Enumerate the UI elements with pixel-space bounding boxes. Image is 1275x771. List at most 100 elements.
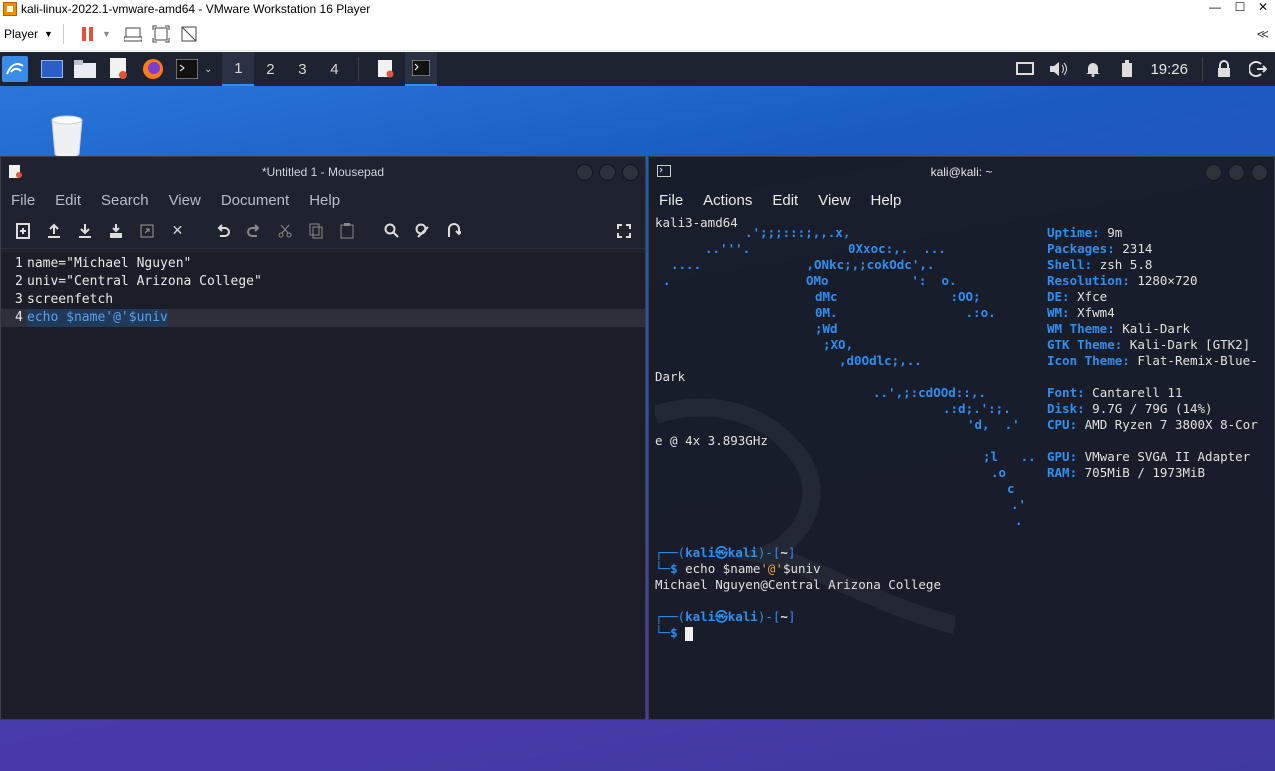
mousepad-titlebar[interactable]: *Untitled 1 - Mousepad [1, 157, 645, 187]
battery-icon[interactable] [1115, 57, 1139, 81]
firefox-icon[interactable] [141, 57, 165, 81]
volume-icon[interactable] [1047, 57, 1071, 81]
menu-view[interactable]: View [169, 192, 201, 209]
editor-line: 2 univ="Central Arizona College" [1, 273, 645, 291]
menu-edit[interactable]: Edit [772, 192, 798, 209]
clock[interactable]: 19:26 [1150, 61, 1188, 78]
ascii-art-line: .' [1011, 497, 1027, 512]
pause-icon[interactable] [79, 25, 97, 43]
terminal-output[interactable]: kali3-amd64 .';;;:::;,,.x, ..'''. 0Xxoc:… [655, 215, 1274, 719]
close-document-icon[interactable]: ✕ [162, 217, 193, 245]
save-icon[interactable] [69, 217, 100, 245]
ascii-art-line: ..'''. 0Xxoc:,. ... [705, 241, 946, 256]
chevron-down-icon[interactable]: ⌄ [204, 64, 212, 75]
command-line-active[interactable]: └─$ [655, 625, 694, 641]
new-document-icon[interactable] [7, 217, 38, 245]
minimize-icon[interactable]: — [1205, 0, 1225, 14]
mousepad-app-icon [9, 165, 23, 179]
editor-area[interactable]: 1 name="Michael Nguyen" 2 univ="Central Ar… [1, 253, 645, 719]
text-editor-icon[interactable] [107, 57, 131, 81]
xfce-panel: ⌄ 1 2 3 4 19:26 [0, 52, 1275, 86]
fullscreen-icon[interactable] [608, 217, 639, 245]
wrapped-text: Dark [655, 369, 686, 384]
reload-icon[interactable] [131, 217, 162, 245]
panel-tray: 19:26 [1008, 52, 1275, 86]
player-menu[interactable]: Player ▼ [4, 27, 53, 41]
logout-icon[interactable] [1246, 57, 1270, 81]
chevron-down-icon[interactable]: ▼ [102, 29, 111, 39]
vm-window-title: kali-linux-2022.1-vmware-amd64 - VMware … [21, 1, 371, 16]
close-button[interactable] [622, 164, 639, 181]
find-replace-icon[interactable] [407, 217, 438, 245]
menu-edit[interactable]: Edit [55, 192, 81, 209]
text-cursor [685, 626, 694, 641]
show-desktop-icon[interactable] [41, 60, 63, 78]
command-output: Michael Nguyen@Central Arizona College [655, 577, 941, 592]
maximize-button[interactable] [599, 164, 616, 181]
unity-icon[interactable] [180, 25, 198, 43]
ascii-art-line: . [1015, 513, 1023, 528]
maximize-icon[interactable]: ☐ [1230, 0, 1250, 14]
ascii-art-line: ..',;:cdOOd::,. [873, 385, 986, 400]
kali-menu-icon[interactable] [2, 56, 28, 82]
terminal-app-icon [657, 165, 671, 179]
open-icon[interactable] [38, 217, 69, 245]
terminal-launcher-icon[interactable] [175, 57, 199, 81]
divider [62, 23, 64, 44]
player-menu-label: Player [4, 26, 39, 41]
terminal-titlebar[interactable]: kali@kali: ~ [649, 157, 1274, 187]
cut-icon[interactable] [269, 217, 300, 245]
ascii-art-line: ;XO, [823, 337, 854, 352]
ascii-art-line: .o [991, 465, 1007, 480]
menu-document[interactable]: Document [221, 192, 289, 209]
paste-icon[interactable] [331, 217, 362, 245]
line-text: screenfetch [27, 292, 114, 307]
taskbar-mousepad-icon[interactable] [372, 53, 400, 85]
menu-actions[interactable]: Actions [703, 192, 752, 209]
chevron-down-icon: ▼ [44, 28, 53, 39]
menu-view[interactable]: View [818, 192, 850, 209]
trash-icon[interactable] [48, 114, 86, 158]
menu-file[interactable]: File [659, 192, 683, 209]
file-manager-icon[interactable] [73, 57, 97, 81]
taskbar-terminal-icon[interactable] [405, 52, 438, 86]
menu-help[interactable]: Help [309, 192, 340, 209]
lock-icon[interactable] [1212, 57, 1236, 81]
ascii-art-line: 'd, .' [967, 417, 1020, 432]
send-ctrl-alt-del-icon[interactable] [123, 25, 142, 43]
menu-search[interactable]: Search [101, 192, 149, 209]
line-text: univ="Central Arizona College" [27, 274, 262, 289]
collapse-toolbar-icon[interactable]: ≪ [1256, 27, 1269, 41]
workspace-2[interactable]: 2 [254, 52, 286, 86]
vm-toolbar: Player ▼ ▼ ≪ [0, 17, 1275, 51]
fit-guest-icon[interactable] [152, 25, 170, 43]
notification-bell-icon[interactable] [1081, 57, 1105, 81]
menu-file[interactable]: File [11, 192, 35, 209]
close-icon[interactable]: ✕ [1253, 0, 1273, 14]
minimize-button[interactable] [576, 164, 593, 181]
sysinfo-row: Shell: zsh 5.8 [1047, 257, 1153, 272]
copy-icon[interactable] [300, 217, 331, 245]
kali-dragon-watermark [655, 398, 955, 634]
wrapped-text: e @ 4x 3.893GHz [655, 433, 768, 448]
workspace-1[interactable]: 1 [222, 52, 255, 86]
line-text: name="Michael Nguyen" [27, 256, 192, 271]
terminal-window: kali@kali: ~ File Actions Edit View Help… [648, 156, 1275, 720]
workspace-4[interactable]: 4 [318, 52, 350, 86]
save-as-icon[interactable] [100, 217, 131, 245]
minimize-button[interactable] [1205, 164, 1222, 181]
menu-help[interactable]: Help [870, 192, 901, 209]
close-button[interactable] [1251, 164, 1268, 181]
maximize-button[interactable] [1228, 164, 1245, 181]
sysinfo-row: Packages: 2314 [1047, 241, 1153, 256]
display-icon[interactable] [1013, 57, 1037, 81]
go-to-line-icon[interactable] [438, 217, 469, 245]
find-icon[interactable] [376, 217, 407, 245]
sysinfo-row: WM: Xfwm4 [1047, 305, 1115, 320]
line-number: 2 [15, 274, 23, 289]
undo-icon[interactable] [207, 217, 238, 245]
command-line: └─$ echo $name'@'$univ [655, 561, 821, 576]
redo-icon[interactable] [238, 217, 269, 245]
ascii-art-line: dMc :OO; [815, 289, 981, 304]
workspace-3[interactable]: 3 [286, 52, 318, 86]
